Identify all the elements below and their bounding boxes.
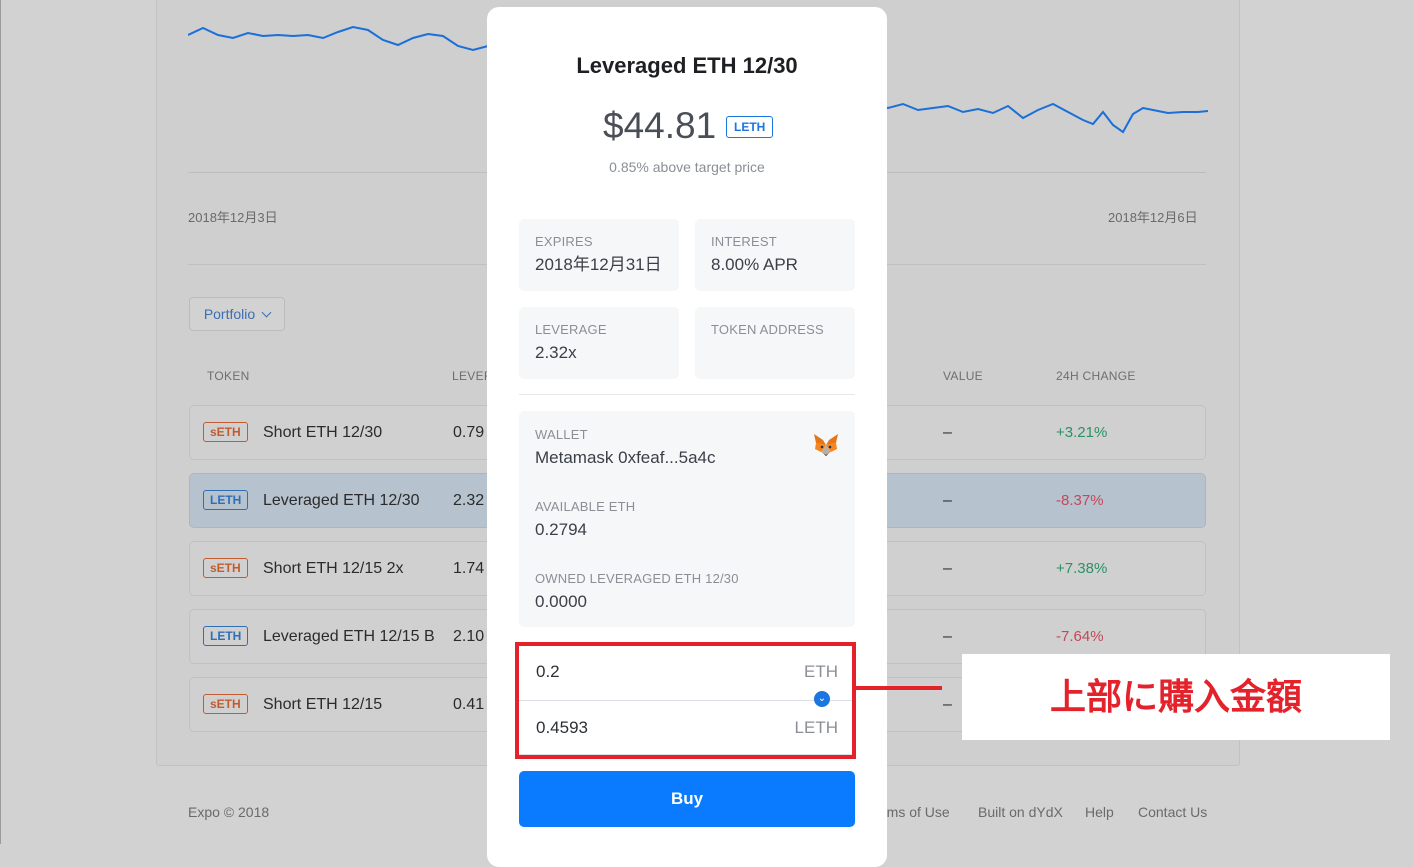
annotation-highlight-box xyxy=(515,642,856,759)
leverage-value: 2.32x xyxy=(535,343,577,362)
token-badge: LETH xyxy=(203,490,249,510)
token-badge: LETH xyxy=(726,116,774,138)
chart-end-date: 2018年12月6日 xyxy=(1108,210,1198,225)
leverage-label: LEVERAGE xyxy=(535,322,607,337)
token-name: Leveraged ETH 12/30 xyxy=(263,492,420,509)
metamask-fox-icon xyxy=(814,434,838,456)
annotation-connector-line xyxy=(856,686,942,690)
expires-box: EXPIRES 2018年12月31日 xyxy=(519,219,679,291)
interest-value: 8.00% APR xyxy=(711,255,798,274)
token-value: – xyxy=(943,628,952,645)
token-badge: sETH xyxy=(203,558,248,578)
token-price: $44.81 xyxy=(603,105,717,146)
buy-button[interactable]: Buy xyxy=(519,771,855,827)
token-value: – xyxy=(943,560,952,577)
footer-link-contact[interactable]: Contact Us xyxy=(1138,804,1207,820)
token-name: Short ETH 12/15 2x xyxy=(263,560,404,577)
owned-label: OWNED LEVERAGED ETH 12/30 xyxy=(535,571,739,586)
wallet-value: Metamask 0xfeaf...5a4c xyxy=(535,448,716,467)
token-leverage: 2.32 xyxy=(453,492,485,509)
modal-title: Leveraged ETH 12/30 xyxy=(576,53,798,78)
window-edge xyxy=(0,0,1,844)
token-value: – xyxy=(943,696,952,713)
footer-link-dydx[interactable]: Built on dYdX xyxy=(978,804,1063,820)
column-header-token: TOKEN xyxy=(207,369,250,383)
token-address-box[interactable]: TOKEN ADDRESS xyxy=(695,307,855,379)
available-eth-label: AVAILABLE ETH xyxy=(535,499,636,514)
column-header-value: VALUE xyxy=(943,369,983,383)
price-subtitle: 0.85% above target price xyxy=(609,159,765,175)
owned-value: 0.0000 xyxy=(535,592,587,611)
annotation-callout: 上部に購入金額 xyxy=(962,654,1390,740)
token-leverage: 0.41 xyxy=(453,696,485,713)
token-address-label: TOKEN ADDRESS xyxy=(711,322,824,337)
token-value: – xyxy=(943,424,952,441)
token-badge: LETH xyxy=(203,626,249,646)
token-value: – xyxy=(943,492,952,509)
wallet-label: WALLET xyxy=(535,427,588,442)
token-badge: sETH xyxy=(203,422,248,442)
interest-box: INTEREST 8.00% APR xyxy=(695,219,855,291)
token-name: Short ETH 12/30 xyxy=(263,424,383,441)
token-leverage: 0.79 xyxy=(453,424,485,441)
token-change: +7.38% xyxy=(1056,560,1108,577)
token-name: Leveraged ETH 12/15 B xyxy=(263,628,435,645)
expires-value: 2018年12月31日 xyxy=(535,255,662,274)
chart-start-date: 2018年12月3日 xyxy=(188,210,278,225)
token-badge: sETH xyxy=(203,694,248,714)
token-name: Short ETH 12/15 xyxy=(263,696,383,713)
leverage-box: LEVERAGE 2.32x xyxy=(519,307,679,379)
expires-label: EXPIRES xyxy=(535,234,593,249)
modal-divider xyxy=(519,394,855,395)
interest-label: INTEREST xyxy=(711,234,777,249)
token-leverage: 1.74 xyxy=(453,560,485,577)
footer-copyright: Expo © 2018 xyxy=(188,804,270,820)
column-header-change: 24H CHANGE xyxy=(1056,369,1136,383)
token-change: -8.37% xyxy=(1056,492,1104,509)
token-change: -7.64% xyxy=(1056,628,1104,645)
chevron-down-icon xyxy=(261,307,272,317)
portfolio-label: Portfolio xyxy=(203,306,256,322)
footer-link-terms[interactable]: rms of Use xyxy=(882,804,950,820)
token-change: +3.21% xyxy=(1056,424,1108,441)
wallet-box: WALLET Metamask 0xfeaf...5a4c AVAILABLE … xyxy=(519,411,855,627)
footer-link-help[interactable]: Help xyxy=(1085,804,1114,820)
portfolio-dropdown[interactable]: Portfolio xyxy=(189,297,285,331)
available-eth-value: 0.2794 xyxy=(535,520,587,539)
token-leverage: 2.10 xyxy=(453,628,485,645)
